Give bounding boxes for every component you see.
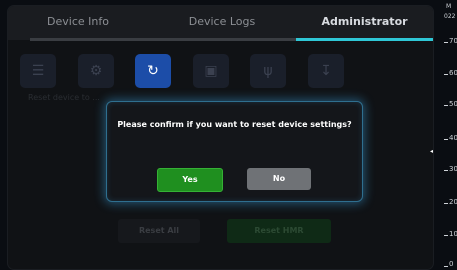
yes-button[interactable]: Yes	[157, 168, 223, 192]
scale-tick	[444, 42, 448, 43]
active-tab-underline	[296, 38, 433, 41]
collapse-panel-icon[interactable]: ◀❘	[430, 146, 433, 158]
reset-hmr-button[interactable]: Reset HMR	[227, 219, 331, 243]
tab-device-logs[interactable]: Device Logs	[148, 6, 296, 37]
scale-tick-label: 60	[449, 69, 457, 77]
gear-icon: ⚙	[89, 63, 103, 79]
tab-device-info[interactable]: Device Info	[8, 6, 148, 37]
download-icon: ↧	[320, 63, 332, 79]
scale-tick-label: 0	[449, 260, 454, 268]
scale-header: M	[446, 3, 452, 10]
scale-tick-label: 70	[449, 37, 457, 45]
save-button[interactable]: ▣	[193, 54, 229, 88]
reset-all-button[interactable]: Reset All	[118, 219, 200, 243]
scale-tick	[444, 235, 448, 236]
settings-button[interactable]: ⚙	[78, 54, 114, 88]
tab-underline	[30, 38, 148, 41]
confirm-dialog: Please confirm if you want to reset devi…	[106, 101, 363, 202]
scale-tick	[444, 139, 448, 140]
tab-bar: Device Info Device Logs Administrator	[8, 6, 433, 41]
scale-tick-label: 30	[449, 165, 457, 173]
scale-tick	[444, 105, 448, 106]
scale-tick	[444, 74, 448, 75]
dialog-message: Please confirm if you want to reset devi…	[117, 120, 352, 129]
tab-administrator[interactable]: Administrator	[296, 6, 433, 37]
scale-tick	[444, 266, 448, 267]
main-panel: Device Info Device Logs Administrator ☰ …	[8, 6, 433, 269]
scale-tick-label: 50	[449, 100, 457, 108]
usb-icon: ψ	[263, 63, 273, 79]
scale-tick	[444, 203, 448, 204]
scale-tick-label: 20	[449, 198, 457, 206]
scale-tick-label: 40	[449, 134, 457, 142]
scale-tick	[444, 170, 448, 171]
reset-button[interactable]: ↻	[135, 54, 171, 88]
reset-icon: ↻	[147, 63, 159, 79]
scale-code: 022	[444, 13, 456, 20]
list-icon: ☰	[31, 63, 45, 79]
list-button[interactable]: ☰	[20, 54, 56, 88]
download-button[interactable]: ↧	[308, 54, 344, 88]
usb-button[interactable]: ψ	[250, 54, 286, 88]
reset-section-text: Reset device to ...	[28, 93, 100, 102]
save-icon: ▣	[204, 63, 218, 79]
tab-underline	[148, 38, 296, 41]
scale-tick-label: 10	[449, 230, 457, 238]
no-button[interactable]: No	[247, 168, 311, 190]
